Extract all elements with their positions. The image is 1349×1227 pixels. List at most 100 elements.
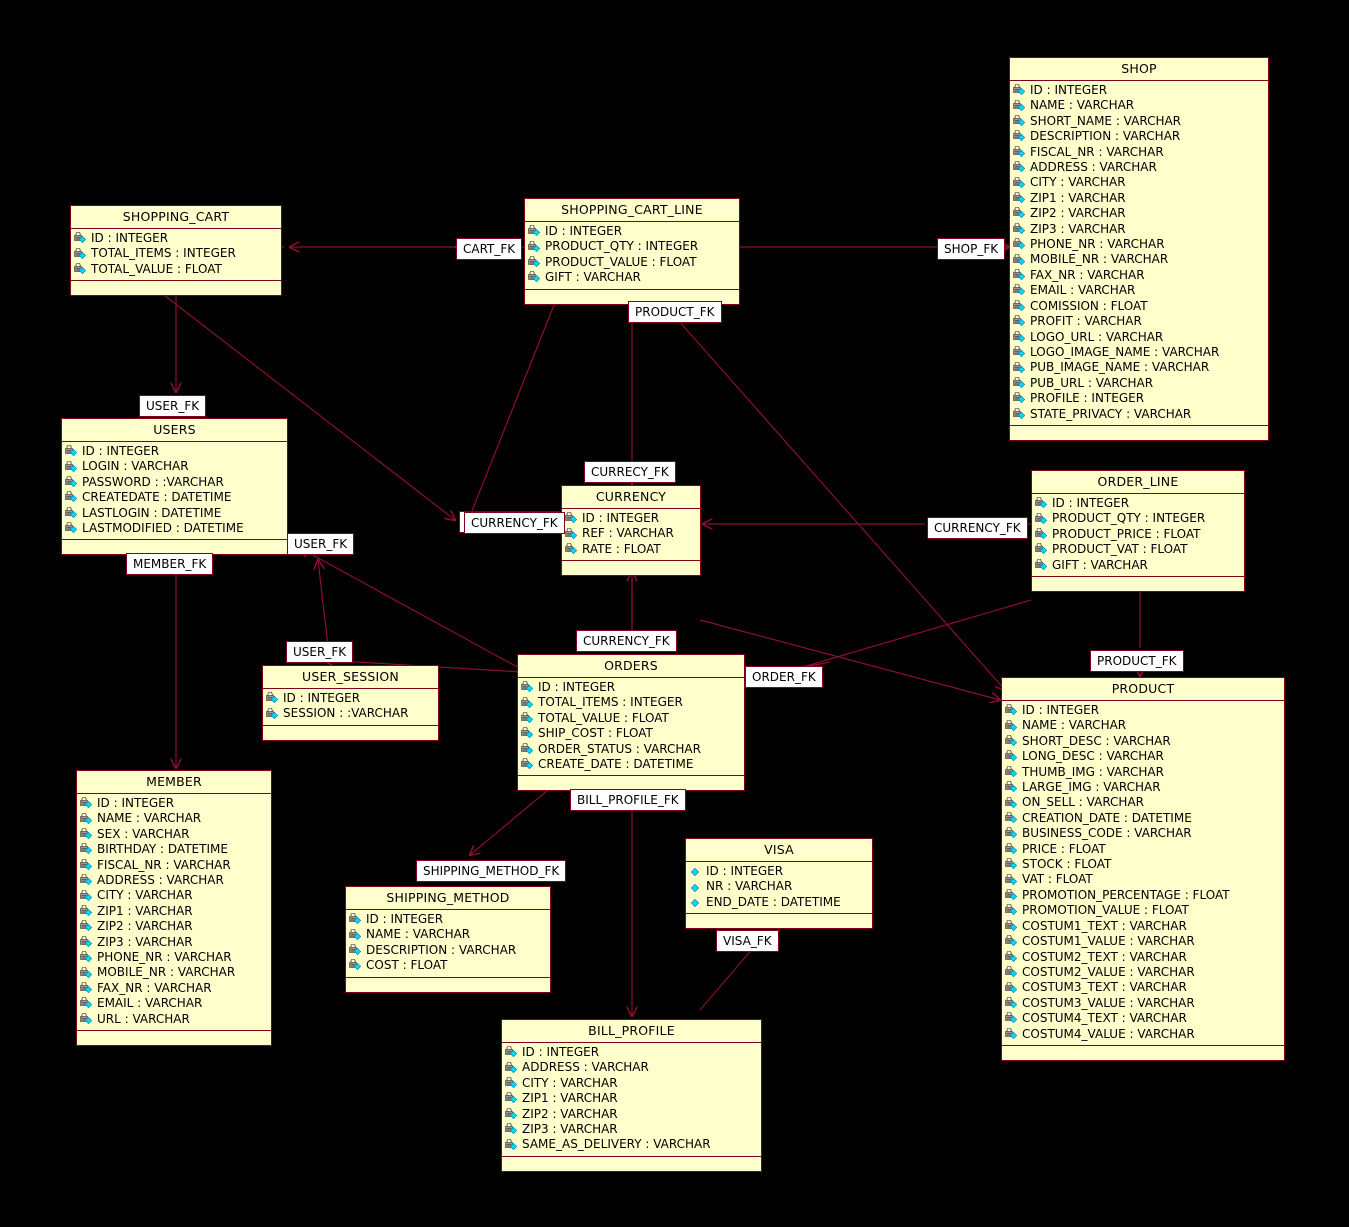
attribute-visibility-icon bbox=[1005, 719, 1020, 733]
attribute-visibility-icon bbox=[80, 889, 95, 903]
operations-compartment bbox=[346, 978, 550, 992]
attribute-label: STOCK : FLOAT bbox=[1022, 857, 1112, 872]
attribute-row: PRICE : FLOAT bbox=[1002, 842, 1284, 857]
attribute-label: BUSINESS_CODE : VARCHAR bbox=[1022, 826, 1192, 841]
attribute-visibility-icon bbox=[521, 712, 536, 725]
relationship-label-bill_profile_fk[interactable]: BILL_PROFILE_FK bbox=[570, 789, 686, 811]
attribute-row: DESCRIPTION : VARCHAR bbox=[346, 943, 550, 958]
entity-member[interactable]: MEMBER ID : INTEGER NAME : VARCHAR SEX : VA… bbox=[76, 770, 272, 1047]
relationship-label-visa_fk[interactable]: VISA_FK bbox=[716, 930, 779, 952]
entity-orders[interactable]: ORDERS ID : INTEGER TOTAL_ITEMS : INTEGER T… bbox=[517, 654, 745, 792]
attribute-label: COSTUM2_VALUE : VARCHAR bbox=[1022, 964, 1195, 979]
attribute-row: ZIP2 : VARCHAR bbox=[502, 1107, 761, 1122]
entity-bill_profile[interactable]: BILL_PROFILE ID : INTEGER ADDRESS : VARCHA… bbox=[501, 1019, 762, 1172]
attribute-label: ZIP2 : VARCHAR bbox=[1030, 206, 1126, 221]
attribute-label: ID : INTEGER bbox=[545, 224, 623, 238]
relationship-label-member_fk[interactable]: MEMBER_FK bbox=[126, 553, 214, 575]
attribute-list: ID : INTEGER TOTAL_ITEMS : INTEGER TOTAL_V… bbox=[71, 229, 281, 282]
entity-shop[interactable]: SHOP ID : INTEGER NAME : VARCHAR SHORT_NAME… bbox=[1009, 57, 1269, 441]
attribute-visibility-icon bbox=[505, 1046, 520, 1059]
attribute-visibility-icon bbox=[1013, 315, 1028, 328]
attribute-visibility-icon bbox=[65, 522, 80, 535]
attribute-label: GIFT : VARCHAR bbox=[545, 270, 641, 285]
relationship-label-currency_fk_left2[interactable]: CURRENCY_FK bbox=[464, 512, 565, 534]
attribute-row: NR : VARCHAR bbox=[686, 879, 872, 894]
entity-visa[interactable]: VISA ID : INTEGER NR : VARCHAR END_DATE : D… bbox=[685, 838, 873, 930]
relationship-label-user_fk_users[interactable]: USER_FK bbox=[139, 395, 207, 417]
attribute-visibility-icon bbox=[1035, 543, 1050, 556]
entity-currency[interactable]: CURRENCY ID : INTEGER REF : VARCHAR RATE : … bbox=[561, 485, 701, 577]
attribute-row: LOGIN : VARCHAR bbox=[62, 459, 287, 474]
attribute-label: MOBILE_NR : VARCHAR bbox=[97, 965, 236, 980]
attribute-visibility-icon bbox=[1005, 750, 1020, 763]
attribute-label: COSTUM4_TEXT : VARCHAR bbox=[1022, 1011, 1187, 1026]
entity-shipping_method[interactable]: SHIPPING_METHOD ID : INTEGER NAME : VARCHA… bbox=[345, 886, 551, 993]
attribute-visibility-icon bbox=[80, 935, 95, 949]
entity-order_line[interactable]: ORDER_LINE ID : INTEGER PRODUCT_QTY : INTE… bbox=[1031, 470, 1245, 593]
relationship-label-product_fk_bottom[interactable]: PRODUCT_FK bbox=[1090, 650, 1184, 672]
relationship-label-shop_fk[interactable]: SHOP_FK bbox=[937, 238, 1006, 260]
relationship-label-user_fk_session[interactable]: USER_FK bbox=[286, 641, 354, 663]
entity-users[interactable]: USERS ID : INTEGER LOGIN : VARCHAR PASSWORD… bbox=[61, 418, 288, 556]
attribute-row: STOCK : FLOAT bbox=[1002, 857, 1284, 872]
attribute-row: FAX_NR : VARCHAR bbox=[1010, 268, 1268, 283]
attribute-row: COST : FLOAT bbox=[346, 958, 550, 973]
attribute-label: NR : VARCHAR bbox=[706, 879, 793, 894]
attribute-label: ID : INTEGER bbox=[97, 796, 175, 810]
relationship-label-product_fk_top[interactable]: PRODUCT_FK bbox=[628, 301, 722, 323]
attribute-visibility-icon bbox=[349, 928, 364, 942]
attribute-row: TOTAL_VALUE : FLOAT bbox=[71, 262, 281, 277]
attribute-row: REF : VARCHAR bbox=[562, 526, 700, 541]
operations-compartment bbox=[686, 914, 872, 928]
attribute-visibility-icon bbox=[1005, 796, 1020, 810]
relationship-label-currency_fk_orders[interactable]: CURRENCY_FK bbox=[576, 630, 677, 652]
attribute-row: LASTLOGIN : DATETIME bbox=[62, 506, 287, 521]
entity-shopping_cart_line[interactable]: SHOPPING_CART_LINE ID : INTEGER PRODUCT_QT… bbox=[524, 198, 740, 305]
relationship-label-currecy_fk[interactable]: CURRECY_FK bbox=[584, 461, 676, 483]
relationship-label-cart_fk[interactable]: CART_FK bbox=[456, 238, 523, 260]
attribute-label: SHIP_COST : FLOAT bbox=[538, 726, 653, 741]
attribute-label: ID : INTEGER bbox=[582, 511, 660, 525]
relationship-label-shipping_method_fk[interactable]: SHIPPING_METHOD_FK bbox=[416, 860, 567, 882]
attribute-label: NAME : VARCHAR bbox=[97, 811, 202, 826]
attribute-label: CITY : VARCHAR bbox=[97, 888, 193, 903]
entity-title: ORDER_LINE bbox=[1032, 471, 1244, 494]
attribute-row: NAME : VARCHAR bbox=[346, 927, 550, 942]
attribute-visibility-icon bbox=[1013, 407, 1028, 421]
attribute-row: CITY : VARCHAR bbox=[502, 1076, 761, 1091]
relationship-label-user_fk_right[interactable]: USER_FK bbox=[287, 533, 355, 555]
attribute-row: COMISSION : FLOAT bbox=[1010, 299, 1268, 314]
entity-product[interactable]: PRODUCT ID : INTEGER NAME : VARCHAR SHORT_D… bbox=[1001, 677, 1285, 1061]
attribute-row: BIRTHDAY : DATETIME bbox=[77, 842, 271, 857]
attribute-row: PRODUCT_VAT : FLOAT bbox=[1032, 542, 1244, 557]
attribute-visibility-icon bbox=[1013, 361, 1028, 375]
entity-title: ORDERS bbox=[518, 655, 744, 678]
relationship-label-currency_fk_right[interactable]: CURRENCY_FK bbox=[927, 517, 1028, 539]
attribute-label: NAME : VARCHAR bbox=[366, 927, 471, 942]
attribute-row: FAX_NR : VARCHAR bbox=[77, 981, 271, 996]
attribute-label: BIRTHDAY : DATETIME bbox=[97, 842, 228, 857]
attribute-visibility-icon bbox=[1005, 781, 1020, 794]
attribute-row: NAME : VARCHAR bbox=[1010, 98, 1268, 113]
attribute-list: ID : INTEGER SESSION : :VARCHAR bbox=[263, 689, 438, 726]
attribute-visibility-icon bbox=[1005, 842, 1020, 856]
attribute-visibility-icon bbox=[521, 681, 536, 694]
entity-user_session[interactable]: USER_SESSION ID : INTEGER SESSION : :VARCH… bbox=[262, 665, 439, 741]
entity-title: USERS bbox=[62, 419, 287, 442]
attribute-visibility-icon bbox=[505, 1061, 520, 1075]
attribute-label: PRODUCT_PRICE : FLOAT bbox=[1052, 526, 1201, 541]
attribute-visibility-icon bbox=[1013, 253, 1028, 267]
operations-compartment bbox=[1010, 426, 1268, 440]
attribute-label: URL : VARCHAR bbox=[97, 1011, 190, 1026]
attribute-row: CREATE_DATE : DATETIME bbox=[518, 757, 744, 772]
attribute-visibility-icon bbox=[80, 828, 95, 841]
attribute-visibility-icon bbox=[65, 491, 80, 504]
relationship-label-order_fk[interactable]: ORDER_FK bbox=[745, 666, 823, 688]
attribute-visibility-icon bbox=[521, 727, 536, 740]
attribute-visibility-icon bbox=[1013, 284, 1028, 297]
attribute-visibility-icon bbox=[80, 905, 95, 918]
entity-shopping_cart[interactable]: SHOPPING_CART ID : INTEGER TOTAL_ITEMS : I… bbox=[70, 205, 282, 297]
attribute-row: ZIP3 : VARCHAR bbox=[502, 1122, 761, 1137]
attribute-visibility-icon bbox=[1005, 889, 1020, 902]
attribute-row: GIFT : VARCHAR bbox=[525, 270, 739, 285]
